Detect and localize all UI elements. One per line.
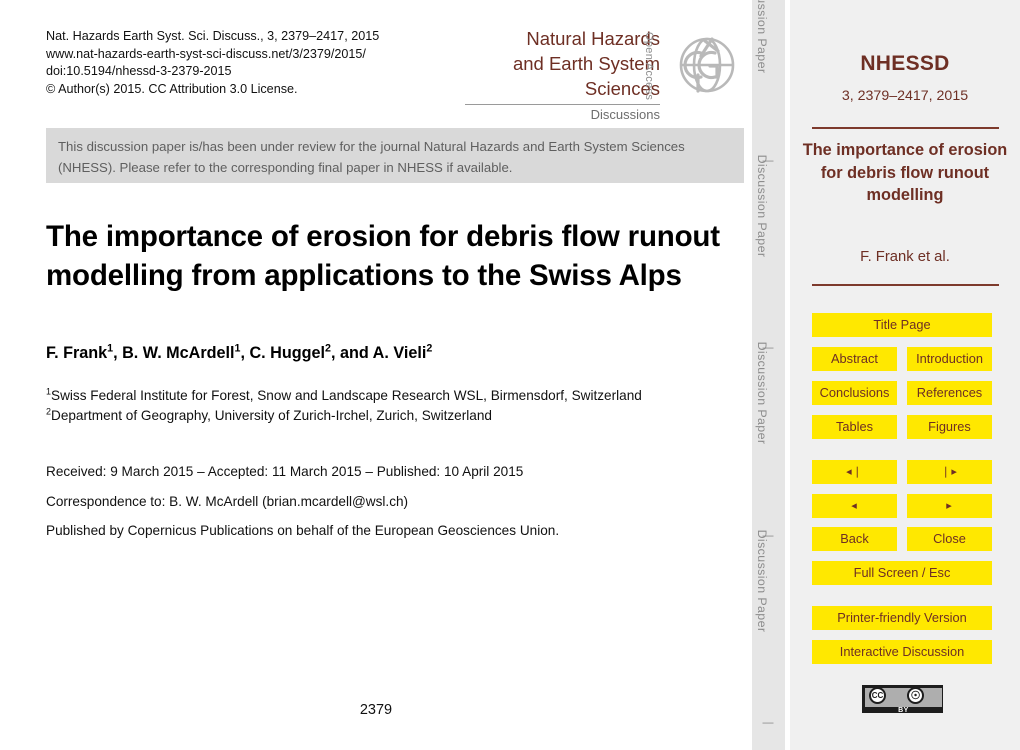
- journal-logo-name: Natural Hazards and Earth System Science…: [460, 26, 660, 101]
- sidebar-issue: 3, 2379–2417, 2015: [841, 88, 969, 104]
- discussion-paper-separator: |: [761, 721, 776, 725]
- journal-logo-name-line1: Natural Hazards: [526, 28, 660, 49]
- masthead-doi: doi:10.5194/nhessd-3-2379-2015: [46, 64, 232, 78]
- cc-icon: CC: [869, 687, 886, 704]
- discussion-paper-label: Discussion Paper: [754, 529, 769, 632]
- sidebar-journal-abbrev: NHESSD: [860, 52, 950, 75]
- affiliation-2: 2Department of Geography, University of …: [46, 405, 492, 423]
- author-list: F. Frank1, B. W. McArdell1, C. Huggel2, …: [46, 342, 433, 362]
- conclusions-button[interactable]: Conclusions: [812, 381, 897, 405]
- cc-person-icon: ☉: [907, 687, 924, 704]
- review-notice-text: This discussion paper is/has been under …: [58, 139, 685, 175]
- navigation-sidebar: NHESSD 3, 2379–2417, 2015 The importance…: [790, 0, 1020, 750]
- open-access-label: Open Access: [643, 32, 655, 101]
- abstract-button[interactable]: Abstract: [812, 347, 897, 371]
- page-title: The importance of erosion for debris flo…: [46, 219, 720, 292]
- references-button[interactable]: References: [907, 381, 992, 405]
- egu-logo: [671, 31, 739, 99]
- affiliation-1: 1Swiss Federal Institute for Forest, Sno…: [46, 386, 642, 403]
- journal-logo-name-line3: Sciences: [584, 78, 660, 99]
- title-page-button[interactable]: Title Page: [812, 313, 992, 337]
- correspondence-line: Correspondence to: B. W. McArdell (brian…: [46, 494, 409, 509]
- masthead-license: © Author(s) 2015. CC Attribution 3.0 Lic…: [46, 81, 298, 96]
- introduction-button[interactable]: Introduction: [907, 347, 992, 371]
- interactive-discussion-button[interactable]: Interactive Discussion: [812, 640, 992, 664]
- tables-button[interactable]: Tables: [812, 415, 897, 439]
- full-screen-button[interactable]: Full Screen / Esc: [812, 561, 992, 585]
- journal-logo-name-line2: and Earth System: [512, 53, 660, 74]
- cc-by-label: BY: [898, 707, 909, 714]
- journal-logo-subtitle: Discussions: [590, 107, 660, 122]
- creative-commons-badge[interactable]: CC ☉ BY: [862, 685, 943, 714]
- dates-line: Received: 9 March 2015 – Accepted: 11 Ma…: [46, 464, 524, 479]
- close-button[interactable]: Close: [907, 527, 992, 551]
- page-number: 2379: [359, 702, 393, 718]
- journal-logo-block: Natural Hazards and Earth System Science…: [465, 24, 743, 129]
- publisher-line: Published by Copernicus Publications on …: [46, 523, 560, 538]
- paper-main-area: Nat. Hazards Earth Syst. Sci. Discuss., …: [0, 0, 752, 750]
- previous-page-button[interactable]: ◂: [812, 494, 897, 518]
- sidebar-divider-bottom: [812, 284, 999, 286]
- sidebar-authors: F. Frank et al.: [860, 249, 950, 265]
- last-page-button[interactable]: ❘▸: [907, 460, 992, 484]
- figures-button[interactable]: Figures: [907, 415, 992, 439]
- journal-logo-divider: [465, 104, 660, 105]
- masthead-url: www.nat-hazards-earth-syst-sci-discuss.n…: [46, 46, 366, 61]
- masthead: Nat. Hazards Earth Syst. Sci. Discuss., …: [46, 28, 466, 98]
- discussion-paper-label: Discussion Paper: [754, 341, 769, 445]
- printer-friendly-button[interactable]: Printer-friendly Version: [812, 606, 992, 630]
- discussion-paper-label: Discussion Paper: [754, 154, 769, 257]
- discussion-paper-band: Discussion Paper | Discussion Paper | Discus…: [752, 0, 785, 750]
- discussion-paper-label: Discussion Paper: [754, 0, 769, 74]
- back-button[interactable]: Back: [812, 527, 897, 551]
- affiliations: 1Swiss Federal Institute for Forest, Sno…: [46, 386, 746, 425]
- next-page-button[interactable]: ▸: [907, 494, 992, 518]
- masthead-citation: Nat. Hazards Earth Syst. Sci. Discuss., …: [46, 29, 380, 43]
- sidebar-paper-title: The importance of erosion for debris flo…: [802, 141, 1008, 204]
- first-page-button[interactable]: ◂❘: [812, 460, 897, 484]
- review-notice-box: This discussion paper is/has been under …: [46, 128, 744, 183]
- sidebar-divider-top: [812, 127, 999, 129]
